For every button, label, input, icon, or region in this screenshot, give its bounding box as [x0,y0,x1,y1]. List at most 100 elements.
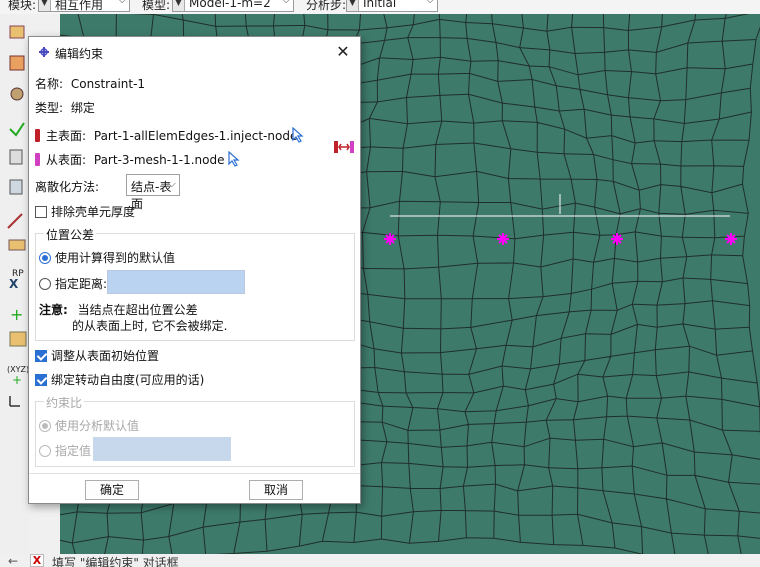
constraint-ratio-title: 约束比 [44,394,85,411]
svg-text:X: X [9,277,19,291]
tie-tool-icon [9,122,25,137]
type-label: 类型: [35,101,64,115]
ratio-default-label: 使用分析默认值 [55,419,140,433]
master-select-arrow-icon[interactable] [291,127,305,143]
connector-icon [9,179,23,195]
model-select[interactable]: ▼ Model-1-m=2 ⌵ [172,0,294,12]
master-surface-row: 主表面: Part-1-allElemEdges-1.inject-node [35,127,297,144]
type-row: 类型: 绑定 [35,99,95,116]
tolerance-computed-option[interactable]: 使用计算得到的默认值 [39,249,175,266]
discretization-select[interactable]: 结点-表面 ⌵ [126,174,180,211]
module-label: 模块: [8,0,37,12]
tool-strip: RP X + (XYZ) + [0,14,30,554]
master-surface-value: Part-1-allElemEdges-1.inject-node [93,129,298,143]
reference-point-icon: RPX [9,269,24,291]
swap-surfaces-icon[interactable] [333,139,355,155]
tolerance-note-line1: 注意: 当结点在超出位置公差 [39,301,198,318]
datum-csys-icon: (XYZ)+ [7,365,29,387]
selected-node-marker-icon [725,233,737,245]
name-row: 名称: Constraint-1 [35,75,145,92]
tolerance-specify-radio[interactable] [39,278,51,290]
tie-rotation-checkbox[interactable] [35,374,47,386]
cancel-button[interactable]: 取消 [249,480,303,500]
chevron-down-icon: ⌵ [282,0,290,6]
step-select-value: Initial [363,0,397,10]
exclude-shell-label: 排除壳单元厚度 [51,205,136,219]
ratio-default-option[interactable]: 使用分析默认值 [39,417,139,434]
combo-arrow-icon: ▼ [39,0,51,11]
step-label: 分析步: [306,0,347,12]
slave-surface-label: 从表面: [46,153,87,167]
cancel-procedure-icon[interactable]: X [30,554,44,567]
discretization-row: 离散化方法: [35,178,99,195]
adjust-slave-label: 调整从表面初始位置 [51,349,160,363]
status-bar: ← X 填写 "编辑约束" 对话框 [0,554,760,567]
tolerance-specify-label: 指定距离: [55,277,108,291]
edit-constraint-dialog: 编辑约束 ✕ 名称: Constraint-1 类型: 绑定 主表面: Part… [28,36,361,504]
add-icon: + [10,305,23,324]
master-surface-marker-icon [35,129,40,142]
model-select-value: Model-1-m=2 [189,0,271,10]
name-value: Constraint-1 [70,77,146,91]
ratio-default-radio[interactable] [39,420,51,432]
constraint-tool-icon [10,87,24,101]
constraint-app-icon [39,47,49,57]
module-select[interactable]: ▼ 相互作用 ⌵ [38,0,130,12]
ratio-specify-radio[interactable] [39,445,51,457]
ratio-specify-label: 指定值 [55,444,92,458]
discretization-label: 离散化方法: [35,180,100,194]
chevron-down-icon: ⌵ [118,0,126,6]
module-toolbar: 模块: ▼ 相互作用 ⌵ 模型: ▼ Model-1-m=2 ⌵ 分析步: ▼ … [0,0,760,14]
combo-arrow-icon: ▼ [173,0,185,11]
ratio-specify-option[interactable]: 指定值 [39,442,91,459]
chevron-down-icon: ⌵ [426,0,434,6]
tolerance-computed-radio[interactable] [39,252,51,264]
svg-text:+: + [10,305,23,324]
ratio-value-input[interactable] [93,437,231,461]
note-label: 注意: [39,303,68,317]
coupling-icon [9,149,23,165]
slave-surface-row: 从表面: Part-3-mesh-1-1.node [35,151,224,168]
note-text-line2: 的从表面上时, 它不会被绑定. [72,319,228,333]
adjust-slave-checkbox[interactable] [35,350,47,362]
interaction-manager-icon [9,25,25,39]
interaction-property-icon [9,55,25,71]
axis-icon [9,396,20,407]
slave-surface-value: Part-3-mesh-1-1.node [93,153,225,167]
svg-text:+: + [12,373,22,387]
close-icon[interactable]: ✕ [334,43,352,61]
name-label: 名称: [35,77,64,91]
slave-select-arrow-icon[interactable] [227,151,241,167]
button-separator [29,473,360,474]
grid-tool-icon [9,331,27,347]
combo-arrow-icon: ▼ [347,0,359,11]
exclude-shell-checkbox[interactable] [35,206,47,218]
status-prompt: 填写 "编辑约束" 对话框 [52,556,179,567]
module-select-value: 相互作用 [55,0,104,12]
tolerance-note-line2: 的从表面上时, 它不会被绑定. [72,317,227,334]
inject-line [390,194,730,217]
slave-surface-marker-icon [35,153,40,166]
type-value: 绑定 [70,101,95,115]
position-tolerance-title: 位置公差 [44,226,97,243]
ok-button[interactable]: 确定 [85,480,139,500]
tolerance-computed-label: 使用计算得到的默认值 [55,251,176,265]
dialog-title: 编辑约束 [55,47,104,61]
note-text-line1: 当结点在超出位置公差 [77,303,198,317]
tool-strip-icons: RPX + (XYZ)+ [7,25,29,407]
model-label: 模型: [142,0,171,12]
master-surface-label: 主表面: [46,129,87,143]
tie-rotation-label: 绑定转动自由度(可应用的话) [51,373,205,387]
tie-rotation-row[interactable]: 绑定转动自由度(可应用的话) [35,371,204,388]
wire-icon [7,213,23,229]
exclude-shell-row[interactable]: 排除壳单元厚度 [35,203,135,220]
surface-icon [8,239,26,251]
step-select[interactable]: ▼ Initial ⌵ [346,0,438,12]
chevron-down-icon: ⌵ [167,177,176,190]
tolerance-distance-input[interactable] [107,270,245,294]
dialog-titlebar[interactable]: 编辑约束 ✕ [29,37,360,69]
adjust-slave-row[interactable]: 调整从表面初始位置 [35,347,159,364]
back-arrow-icon[interactable]: ← [8,554,18,567]
selected-node-marker-icon [497,233,509,245]
tolerance-specify-option[interactable]: 指定距离: [39,275,107,292]
